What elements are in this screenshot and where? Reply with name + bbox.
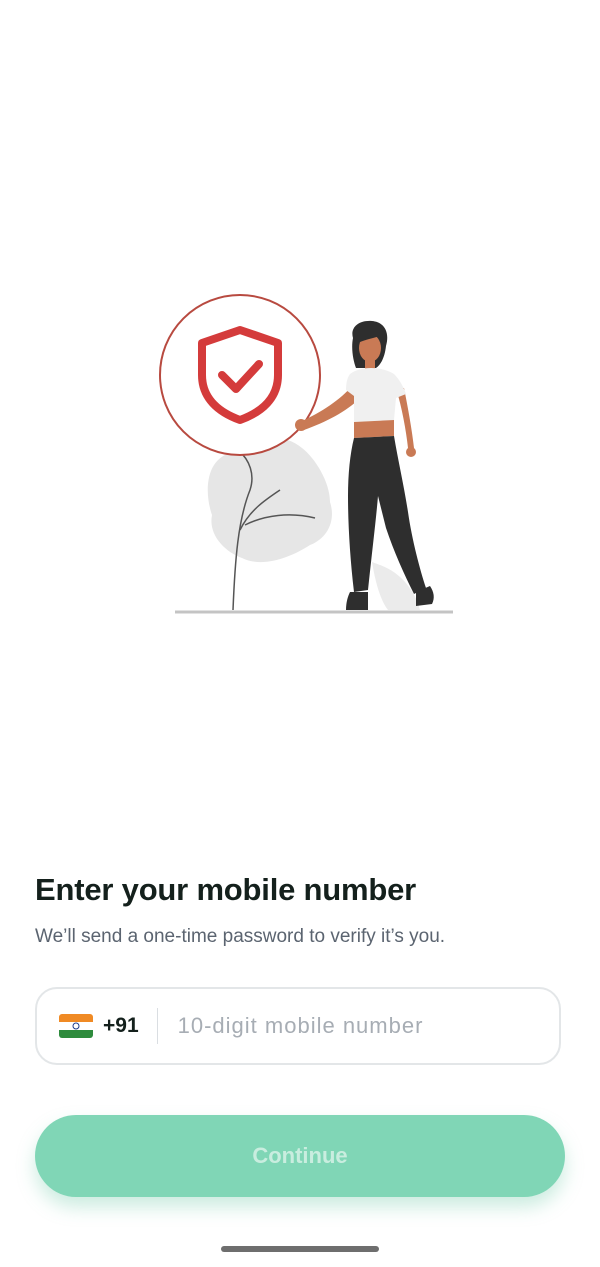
security-illustration — [159, 294, 453, 614]
country-code-label: +91 — [103, 1014, 139, 1037]
continue-button[interactable]: Continue — [35, 1115, 565, 1197]
shield-circle — [159, 294, 321, 456]
country-code-selector[interactable]: +91 — [37, 1008, 158, 1044]
page-title: Enter your mobile number — [35, 872, 417, 907]
page-subtitle: We’ll send a one-time password to verify… — [35, 926, 446, 947]
otp-login-screen: Enter your mobile number We’ll send a on… — [0, 0, 600, 1267]
india-flag-icon — [59, 1014, 93, 1038]
mobile-number-field[interactable]: +91 — [35, 987, 561, 1065]
home-indicator — [221, 1246, 379, 1252]
plant-leaf-shape — [207, 438, 332, 563]
mobile-number-input[interactable] — [175, 1012, 559, 1040]
